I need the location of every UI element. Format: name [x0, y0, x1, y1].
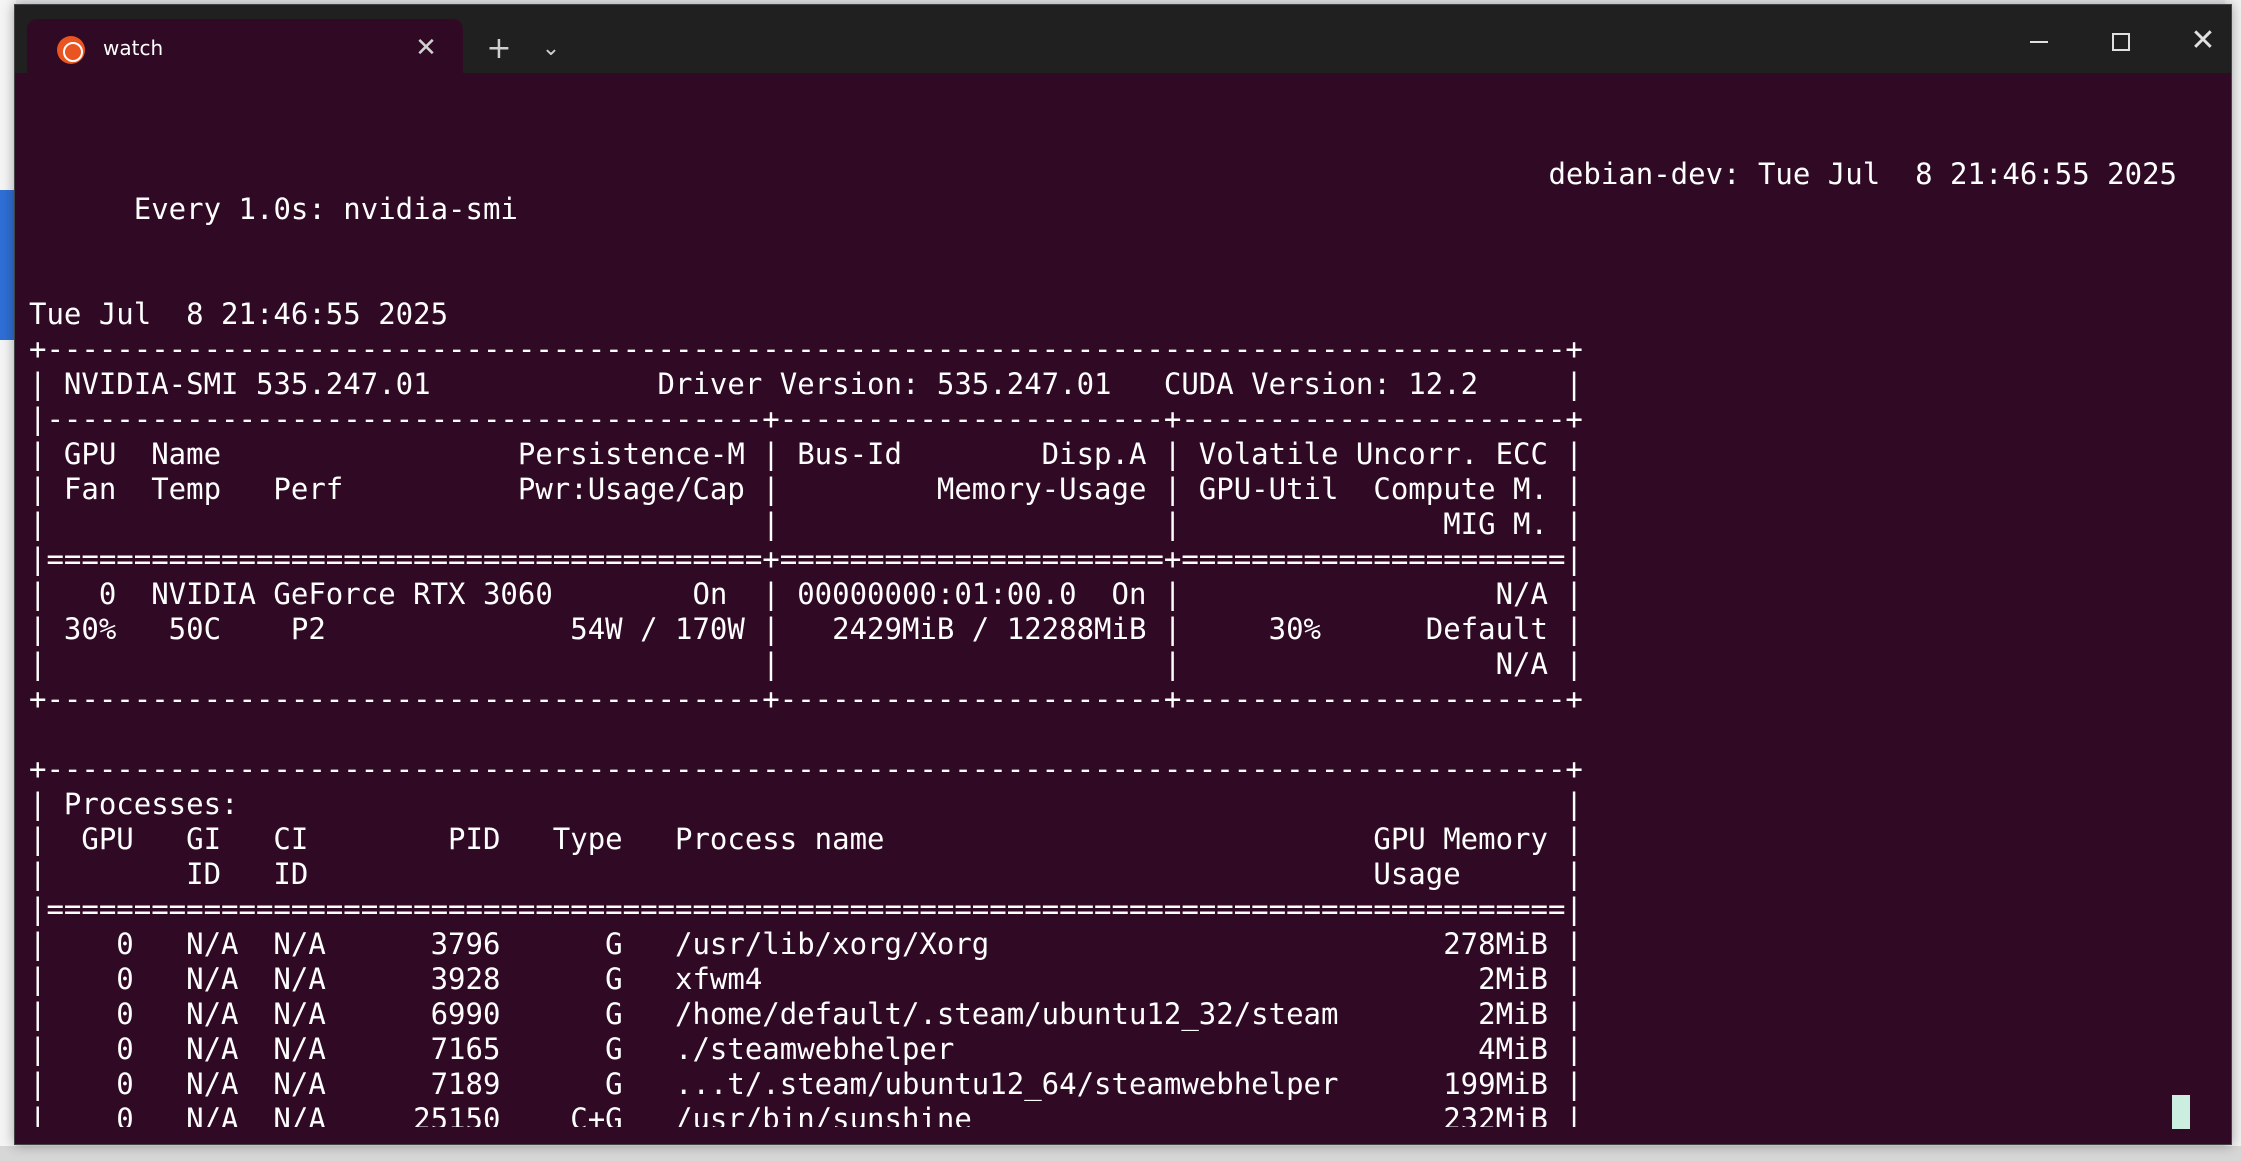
terminal-line: | 0 N/A N/A 7189 G ...t/.steam/ubuntu12_… — [29, 1067, 1583, 1101]
chevron-down-icon: ⌄ — [541, 36, 561, 61]
terminal-line: | ID ID Usage | — [29, 857, 1583, 891]
terminal-line: | Fan Temp Perf Pwr:Usage/Cap | Memory-U… — [29, 472, 1583, 506]
terminal-output[interactable]: Every 1.0s: nvidia-smi debian-dev: Tue J… — [29, 87, 2219, 1127]
maximize-button[interactable] — [2081, 13, 2161, 69]
maximize-icon — [2112, 33, 2130, 51]
terminal-line: | Processes: | — [29, 787, 1583, 821]
terminal-line: |---------------------------------------… — [29, 402, 1583, 436]
terminal-line: | NVIDIA-SMI 535.247.01 Driver Version: … — [29, 367, 1583, 401]
tab-title: watch — [103, 36, 164, 60]
terminal-line: | 0 N/A N/A 7165 G ./steamwebhelper 4MiB… — [29, 1032, 1583, 1066]
terminal-line: | 0 NVIDIA GeForce RTX 3060 On | 0000000… — [29, 577, 1583, 611]
terminal-line: | GPU Name Persistence-M | Bus-Id Disp.A… — [29, 437, 1583, 471]
terminal-line: | | | MIG M. | — [29, 507, 1583, 541]
tab-dropdown-button[interactable]: ⌄ — [529, 29, 573, 69]
terminal-cursor — [2172, 1095, 2190, 1129]
terminal-line: +---------------------------------------… — [29, 752, 1583, 786]
close-icon: ✕ — [2190, 23, 2216, 58]
terminal-line: | 30% 50C P2 54W / 170W | 2429MiB / 1228… — [29, 612, 1583, 646]
plus-icon: + — [486, 31, 512, 66]
terminal-line: |=======================================… — [29, 542, 1583, 576]
nvidia-smi-output: Tue Jul 8 21:46:55 2025 +----------------… — [29, 262, 2219, 1127]
terminal-line: | 0 N/A N/A 3928 G xfwm4 2MiB | — [29, 962, 1583, 996]
new-tab-button[interactable]: + — [477, 29, 521, 69]
watch-header: Every 1.0s: nvidia-smi debian-dev: Tue J… — [29, 157, 2219, 226]
terminal-line: +---------------------------------------… — [29, 332, 1583, 366]
minimize-icon — [2030, 41, 2048, 43]
close-window-button[interactable]: ✕ — [2163, 13, 2241, 69]
terminal-line: | | | N/A | — [29, 647, 1583, 681]
terminal-line: Tue Jul 8 21:46:55 2025 — [29, 297, 449, 331]
watch-command: Every 1.0s: nvidia-smi — [133, 192, 518, 226]
background-taskbar-strip — [0, 1146, 2241, 1161]
terminal-line: | 0 N/A N/A 6990 G /home/default/.steam/… — [29, 997, 1583, 1031]
watch-host-time: debian-dev: Tue Jul 8 21:46:55 2025 — [1548, 157, 2177, 191]
title-bar[interactable]: watch ✕ + ⌄ ✕ — [15, 5, 2231, 73]
ubuntu-logo-icon — [57, 36, 85, 64]
tab-watch[interactable]: watch ✕ — [27, 19, 463, 73]
terminal-line: | 0 N/A N/A 25150 C+G /usr/bin/sunshine … — [29, 1102, 1583, 1127]
tab-close-button[interactable]: ✕ — [410, 32, 442, 64]
minimize-button[interactable] — [1999, 13, 2079, 69]
close-icon: ✕ — [415, 33, 437, 63]
terminal-line: +---------------------------------------… — [29, 682, 1583, 716]
terminal-window: watch ✕ + ⌄ ✕ Every 1.0s: nvidia-smi deb… — [14, 4, 2232, 1145]
terminal-line: | 0 N/A N/A 3796 G /usr/lib/xorg/Xorg 27… — [29, 927, 1583, 961]
terminal-line: |=======================================… — [29, 892, 1583, 926]
terminal-line: | GPU GI CI PID Type Process name GPU Me… — [29, 822, 1583, 856]
